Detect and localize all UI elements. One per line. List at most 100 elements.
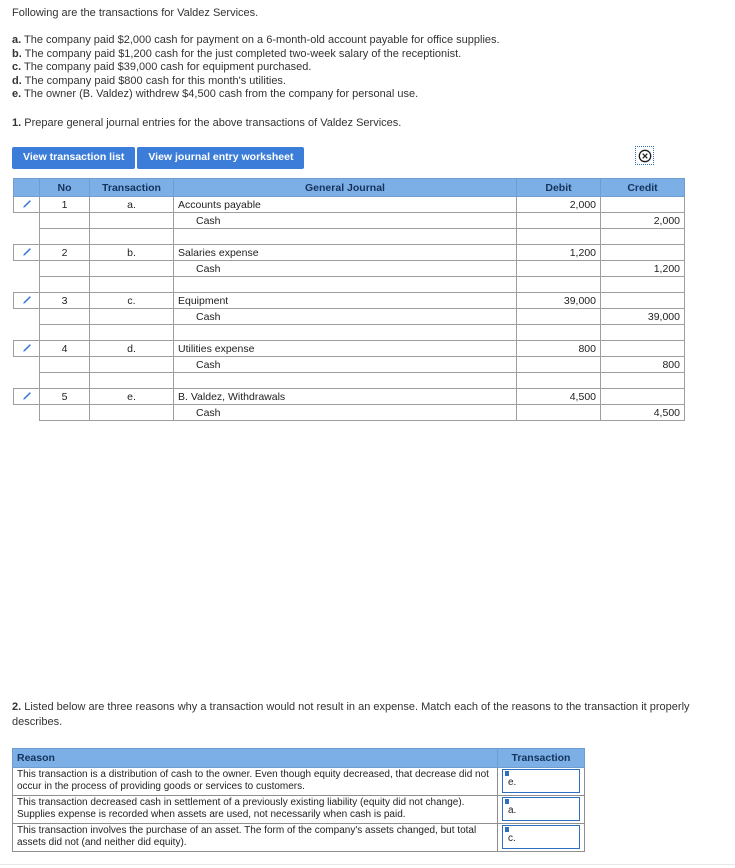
reason-cell-transaction[interactable]: c. (497, 823, 585, 852)
journal-cell-account[interactable]: B. Valdez, Withdrawals (173, 388, 517, 405)
journal-cell-credit[interactable] (600, 228, 685, 245)
journal-cell-debit[interactable]: 1,200 (516, 244, 601, 261)
transaction-item-b: b. The company paid $1,200 cash for the … (12, 48, 723, 62)
journal-cell-no (39, 308, 90, 325)
journal-cell-account[interactable] (173, 324, 517, 341)
journal-cell-credit[interactable]: 800 (600, 356, 685, 373)
journal-cell-credit[interactable] (600, 340, 685, 357)
journal-cell-debit[interactable] (516, 404, 601, 421)
journal-header-debit: Debit (516, 178, 601, 197)
row-icon-empty (14, 325, 40, 341)
table-row[interactable] (14, 372, 685, 389)
table-row[interactable]: Cash 4,500 (14, 404, 685, 421)
journal-cell-no (39, 228, 90, 245)
close-circle-icon[interactable] (635, 146, 654, 165)
journal-cell-account[interactable] (173, 372, 517, 389)
journal-cell-credit[interactable]: 2,000 (600, 212, 685, 229)
transaction-text-d: The company paid $800 cash for this mont… (24, 74, 286, 87)
table-row[interactable] (14, 324, 685, 341)
reason-header-row: Reason Transaction (12, 748, 585, 768)
table-row[interactable]: 1 a. Accounts payable 2,000 (13, 196, 685, 213)
journal-cell-account[interactable]: Accounts payable (173, 196, 517, 213)
transaction-label-d: d. (12, 74, 22, 87)
journal-cell-debit[interactable] (516, 372, 601, 389)
journal-cell-debit[interactable]: 2,000 (516, 196, 601, 213)
journal-cell-no (39, 260, 90, 277)
journal-cell-no: 2 (39, 244, 90, 261)
row-edit-pencil-icon[interactable] (13, 244, 40, 261)
journal-cell-credit[interactable] (600, 196, 685, 213)
journal-cell-debit[interactable] (516, 212, 601, 229)
journal-cell-debit[interactable]: 39,000 (516, 292, 601, 309)
journal-cell-credit[interactable] (600, 244, 685, 261)
journal-cell-credit[interactable] (600, 292, 685, 309)
table-row[interactable]: 5 e. B. Valdez, Withdrawals 4,500 (13, 388, 685, 405)
journal-cell-credit[interactable]: 39,000 (600, 308, 685, 325)
transaction-item-c: c. The company paid $39,000 cash for equ… (12, 61, 723, 75)
row-edit-pencil-icon[interactable] (13, 196, 40, 213)
pencil-glyph (23, 248, 31, 256)
pencil-glyph (23, 296, 31, 304)
row-icon-empty (14, 373, 40, 389)
journal-header-credit: Credit (600, 178, 685, 197)
reason-cell-transaction[interactable]: e. (497, 767, 585, 796)
journal-cell-account[interactable]: Cash (173, 212, 517, 229)
journal-cell-account[interactable]: Cash (173, 404, 517, 421)
transaction-select-2[interactable]: a. (502, 797, 580, 821)
journal-cell-credit[interactable] (600, 324, 685, 341)
journal-cell-credit[interactable]: 4,500 (600, 404, 685, 421)
journal-cell-credit[interactable]: 1,200 (600, 260, 685, 277)
journal-cell-account[interactable]: Cash (173, 356, 517, 373)
journal-cell-transaction: b. (89, 244, 174, 261)
journal-cell-account[interactable]: Salaries expense (173, 244, 517, 261)
table-row[interactable]: Cash 2,000 (14, 212, 685, 229)
journal-cell-account[interactable]: Cash (173, 260, 517, 277)
table-row[interactable]: 2 b. Salaries expense 1,200 (13, 244, 685, 261)
journal-cell-transaction (89, 228, 174, 245)
journal-cell-account[interactable]: Utilities expense (173, 340, 517, 357)
journal-cell-debit[interactable]: 800 (516, 340, 601, 357)
requirement-1: 1. Prepare general journal entries for t… (12, 116, 723, 130)
table-row[interactable] (14, 228, 685, 245)
journal-cell-debit[interactable] (516, 276, 601, 293)
journal-cell-account[interactable]: Equipment (173, 292, 517, 309)
tab-view-journal-entry-worksheet[interactable]: View journal entry worksheet (137, 147, 305, 169)
tab-view-transaction-list[interactable]: View transaction list (12, 147, 136, 169)
transaction-label-c: c. (12, 61, 22, 73)
journal-cell-transaction (89, 260, 174, 277)
journal-cell-debit[interactable] (516, 260, 601, 277)
journal-cell-debit[interactable] (516, 356, 601, 373)
journal-cell-debit[interactable] (516, 228, 601, 245)
reason-header-transaction: Transaction (497, 748, 585, 768)
reason-match-table: Reason Transaction This transaction is a… (12, 748, 585, 852)
journal-cell-credit[interactable] (600, 388, 685, 405)
journal-cell-debit[interactable] (516, 324, 601, 341)
journal-cell-transaction (89, 308, 174, 325)
row-edit-pencil-icon[interactable] (13, 388, 40, 405)
table-row[interactable]: Cash 800 (14, 356, 685, 373)
transaction-select-3[interactable]: c. (502, 825, 580, 849)
intro-section: Following are the transactions for Valde… (0, 0, 735, 130)
journal-body: 1 a. Accounts payable 2,000 Cash 2,000 2… (13, 196, 685, 421)
journal-cell-account[interactable]: Cash (173, 308, 517, 325)
transaction-select-1[interactable]: e. (502, 769, 580, 793)
journal-cell-debit[interactable] (516, 308, 601, 325)
journal-cell-credit[interactable] (600, 372, 685, 389)
pencil-glyph (23, 344, 31, 352)
journal-cell-debit[interactable]: 4,500 (516, 388, 601, 405)
general-journal-table: No Transaction General Journal Debit Cre… (13, 178, 685, 421)
journal-cell-transaction (89, 404, 174, 421)
reason-match-table-wrap: Reason Transaction This transaction is a… (12, 748, 585, 852)
journal-cell-account[interactable] (173, 276, 517, 293)
table-row[interactable]: Cash 1,200 (14, 260, 685, 277)
table-row[interactable]: 4 d. Utilities expense 800 (13, 340, 685, 357)
journal-cell-transaction: e. (89, 388, 174, 405)
journal-cell-credit[interactable] (600, 276, 685, 293)
journal-cell-account[interactable] (173, 228, 517, 245)
reason-cell-transaction[interactable]: a. (497, 795, 585, 824)
table-row[interactable]: 3 c. Equipment 39,000 (13, 292, 685, 309)
row-edit-pencil-icon[interactable] (13, 292, 40, 309)
row-edit-pencil-icon[interactable] (13, 340, 40, 357)
table-row[interactable]: Cash 39,000 (14, 308, 685, 325)
table-row[interactable] (14, 276, 685, 293)
